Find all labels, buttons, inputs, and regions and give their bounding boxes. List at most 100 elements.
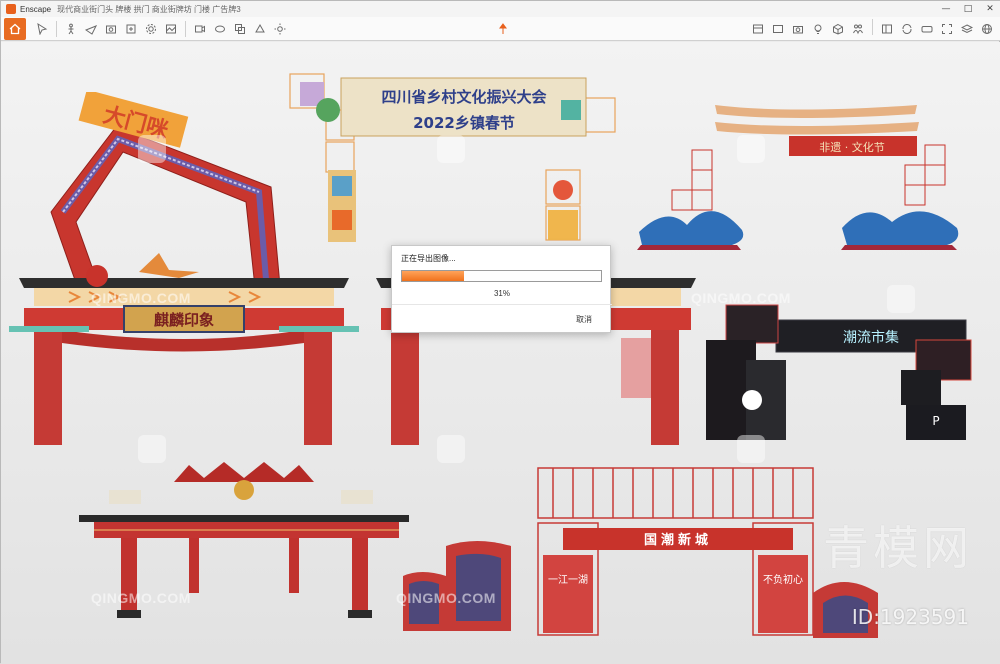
material-icon xyxy=(255,23,265,32)
watermark-icon xyxy=(887,285,915,313)
fly-icon xyxy=(85,24,97,35)
home-icon xyxy=(9,23,21,34)
globe-button[interactable] xyxy=(977,19,997,39)
arch-top-center-sign-line1: 四川省乡村文化振兴大会 xyxy=(381,88,546,106)
vr-button[interactable] xyxy=(917,19,937,39)
walk-button[interactable] xyxy=(61,19,81,39)
capture-icon xyxy=(942,24,952,34)
fly-button[interactable] xyxy=(81,19,101,39)
walk-icon xyxy=(68,23,74,34)
toolbar xyxy=(1,17,1000,41)
toolbar-right-group xyxy=(748,19,997,39)
export-icon xyxy=(126,24,136,33)
panorama-icon xyxy=(215,25,225,32)
parking-sign-text: P xyxy=(932,414,939,428)
camera-icon xyxy=(793,26,803,34)
arch-top-right: 非遗 · 文化节 xyxy=(637,105,959,250)
arch-mid-left: 麒麟印象 xyxy=(9,253,359,445)
batch-button[interactable] xyxy=(230,19,250,39)
globe-icon xyxy=(982,24,992,34)
arch-top-center-sign-line2: 2022乡镇春节 xyxy=(413,114,515,132)
sync-icon xyxy=(902,24,912,34)
watermark-text: QINGMO.COM xyxy=(91,290,191,306)
asset-library-button[interactable] xyxy=(748,19,768,39)
minimize-button[interactable]: — xyxy=(935,1,957,17)
watermark-text: QINGMO.COM xyxy=(691,290,791,306)
sun-icon xyxy=(274,23,286,34)
toolbar-separator xyxy=(185,20,186,37)
material-button[interactable] xyxy=(250,19,270,39)
layers-icon xyxy=(961,24,973,34)
toolbar-center xyxy=(493,19,513,39)
render-viewport[interactable]: 大门咪 四川省乡村文化振兴大会 2022乡镇春节 非遗 · 文化节 麒麟印象 潮… xyxy=(1,42,1000,664)
watermark-icon xyxy=(138,435,166,463)
view-button[interactable] xyxy=(768,19,788,39)
sun-button[interactable] xyxy=(270,19,290,39)
panel-button[interactable] xyxy=(877,19,897,39)
panel-icon xyxy=(882,24,892,34)
video-button[interactable] xyxy=(190,19,210,39)
capture-button[interactable] xyxy=(937,19,957,39)
arch-mid-right-sign: 潮流市集 xyxy=(843,329,899,346)
cancel-button[interactable]: 取消 xyxy=(576,314,592,325)
title-bar: Enscape 现代商业街门头 牌楼 拱门 商业街牌坊 门楼 广告牌3 — □ … xyxy=(1,1,1000,17)
arch-top-right-sign: 非遗 · 文化节 xyxy=(819,140,885,154)
export-button[interactable] xyxy=(121,19,141,39)
watermark-icon xyxy=(437,135,465,163)
arch-bottom-right-pillar-right: 不负初心 xyxy=(763,573,803,586)
render-icon xyxy=(166,24,176,33)
cube-button[interactable] xyxy=(828,19,848,39)
panorama-button[interactable] xyxy=(210,19,230,39)
home-button[interactable] xyxy=(4,17,26,40)
watermark-icon xyxy=(737,435,765,463)
light-button[interactable] xyxy=(808,19,828,39)
document-title: 现代商业街门头 牌楼 拱门 商业街牌坊 门楼 广告牌3 xyxy=(57,4,241,14)
dialog-divider xyxy=(392,304,612,305)
pin-button[interactable] xyxy=(493,19,513,39)
render-button[interactable] xyxy=(161,19,181,39)
pin-icon xyxy=(499,23,507,34)
id-watermark: ID:1923591 xyxy=(851,605,969,629)
progress-fill xyxy=(402,271,464,281)
progress-bar xyxy=(401,270,602,282)
toolbar-separator xyxy=(56,20,57,37)
people-icon xyxy=(853,24,863,35)
asset-library-icon xyxy=(753,24,763,34)
toolbar-left-group xyxy=(32,19,290,39)
panel-bottom-center xyxy=(403,541,511,631)
maximize-button[interactable]: □ xyxy=(957,1,979,17)
close-button[interactable]: ✕ xyxy=(979,1,1000,17)
screenshot-button[interactable] xyxy=(101,19,121,39)
vr-icon xyxy=(921,26,933,33)
watermark-icon xyxy=(737,135,765,163)
window-controls: — □ ✕ xyxy=(935,1,1000,17)
enscape-logo-icon xyxy=(6,4,16,14)
settings-button[interactable] xyxy=(141,19,161,39)
toolbar-separator xyxy=(872,19,873,35)
cube-icon xyxy=(833,23,843,35)
people-button[interactable] xyxy=(848,19,868,39)
arch-mid-left-sign: 麒麟印象 xyxy=(154,311,214,329)
brand-watermark: 青模网 xyxy=(823,521,973,575)
watermark-icon xyxy=(138,135,166,163)
sync-button[interactable] xyxy=(897,19,917,39)
arch-mid-right: 潮流市集 P xyxy=(706,304,972,440)
cursor-icon xyxy=(37,22,48,35)
cursor-button[interactable] xyxy=(32,19,52,39)
camera-button[interactable] xyxy=(788,19,808,39)
batch-icon xyxy=(235,23,245,34)
view-icon xyxy=(773,25,783,33)
watermark-text: QINGMO.COM xyxy=(396,590,496,606)
app-name: Enscape xyxy=(20,4,52,14)
enscape-window: Enscape 现代商业街门头 牌楼 拱门 商业街牌坊 门楼 广告牌3 — □ … xyxy=(0,0,1000,664)
light-icon xyxy=(814,24,822,34)
arch-bottom-right-sign: 国潮新城 xyxy=(644,532,712,548)
settings-icon xyxy=(146,23,156,34)
progress-percent: 31% xyxy=(493,289,510,298)
dialog-title: 正在导出图像... xyxy=(401,254,456,263)
screenshot-icon xyxy=(106,25,116,33)
watermark-text: QINGMO.COM xyxy=(91,590,191,606)
layers-button[interactable] xyxy=(957,19,977,39)
export-progress-dialog: 正在导出图像... 31% 取消 xyxy=(391,245,612,333)
video-icon xyxy=(195,25,205,32)
